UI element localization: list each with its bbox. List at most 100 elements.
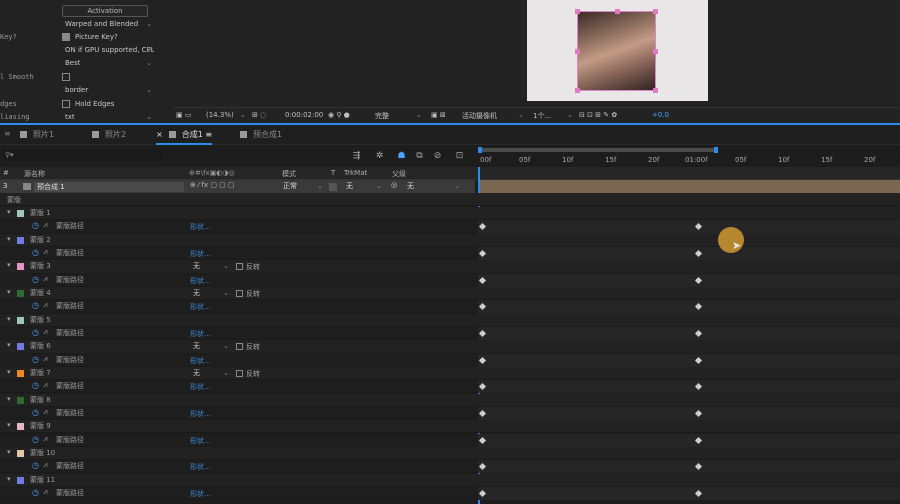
pickwhip-icon[interactable]: ◎	[391, 181, 397, 189]
graph-icon[interactable]: ⩘	[43, 354, 48, 364]
masks-group-row[interactable]: 蒙版	[0, 193, 900, 207]
shape-link[interactable]: 形状...	[190, 462, 211, 472]
chevron-down-icon[interactable]: ▾	[7, 261, 11, 269]
mask-path-row[interactable]: ◷ ⩘ 蒙版路径 形状...	[0, 273, 900, 287]
aliasing-dropdown[interactable]: txt ⌄	[62, 112, 154, 123]
mask-name[interactable]: 蒙版 5	[30, 315, 51, 325]
time-ruler[interactable]: 00f 05f 10f 15f 20f 01:00f 05f 10f 15f 2…	[478, 145, 900, 167]
work-area-bar[interactable]	[478, 148, 717, 152]
transform-handle[interactable]	[653, 9, 658, 14]
stopwatch-icon[interactable]: ◷	[32, 248, 39, 257]
mask-row[interactable]: ▾ 蒙版 6 无 ⌄ 反转	[0, 340, 900, 354]
mask-color-label[interactable]	[17, 316, 24, 324]
views-dropdown[interactable]: 1个...	[533, 111, 551, 121]
transform-handle[interactable]	[575, 49, 580, 54]
mask-color-label[interactable]	[17, 396, 24, 404]
graph-icon[interactable]: ⩘	[43, 247, 48, 257]
picture-key-checkbox[interactable]	[62, 33, 70, 41]
hold-edges-checkbox[interactable]	[62, 100, 70, 108]
transform-handle[interactable]	[575, 88, 580, 93]
graph-icon[interactable]: ⩘	[43, 460, 48, 470]
snapshot-icon[interactable]: ⊡	[454, 151, 465, 161]
graph-icon[interactable]: ⩘	[43, 274, 48, 284]
shape-link[interactable]: 形状...	[190, 489, 211, 499]
mask-row[interactable]: ▾ 蒙版 8	[0, 393, 900, 407]
zoom-dropdown[interactable]: (14.3%)	[206, 111, 234, 119]
tab-comp-1[interactable]: × 合成1 ≡	[156, 129, 213, 145]
mask-name[interactable]: 蒙版 4	[30, 288, 51, 298]
invert-checkbox[interactable]	[236, 263, 243, 271]
mask-row[interactable]: ▾ 蒙版 1	[0, 207, 900, 221]
graph-editor-icon[interactable]: ⊘	[432, 151, 443, 161]
layer-duration-bar[interactable]	[480, 180, 900, 193]
stopwatch-icon[interactable]: ◷	[32, 328, 39, 337]
shape-link[interactable]: 形状...	[190, 249, 211, 259]
graph-icon[interactable]: ⩘	[43, 327, 48, 337]
mask-path-row[interactable]: ◷ ⩘ 蒙版路径 形状...	[0, 460, 900, 474]
shape-link[interactable]: 形状...	[190, 409, 211, 419]
mask-row[interactable]: ▾ 蒙版 2	[0, 233, 900, 247]
mask-mode-dropdown[interactable]: 无 ⌄	[191, 261, 231, 272]
mask-name[interactable]: 蒙版 1	[30, 208, 51, 218]
chevron-down-icon[interactable]: ▾	[7, 208, 11, 216]
mask-color-label[interactable]	[17, 236, 24, 244]
mask-path-row[interactable]: ◷ ⩘ 蒙版路径 形状...	[0, 433, 900, 447]
keyframe-track[interactable]	[478, 246, 900, 261]
mask-path-row[interactable]: ◷ ⩘ 蒙版路径 形状...	[0, 300, 900, 314]
draft3d-icon[interactable]: ✲	[374, 151, 385, 161]
invert-checkbox[interactable]	[236, 343, 243, 351]
trkmat-dropdown[interactable]: 无 ⌄	[344, 181, 384, 192]
layer-row[interactable]: 3 预合成 1 ⊕ ⁄ fx ▢ ▢ ▢ 正常 ⌄ 无 ⌄ ◎ 无 ⌄	[0, 180, 475, 193]
exposure-value[interactable]: +0.0	[652, 111, 669, 119]
resolution-dropdown[interactable]: 完整	[375, 111, 389, 121]
stopwatch-icon[interactable]: ◷	[32, 381, 39, 390]
shape-link[interactable]: 形状...	[190, 302, 211, 312]
mask-row[interactable]: ▾ 蒙版 11	[0, 473, 900, 487]
stopwatch-icon[interactable]: ◷	[32, 221, 39, 230]
keyframe-track[interactable]	[478, 220, 900, 234]
frame-blend-icon[interactable]: ⧉	[414, 151, 425, 161]
mask-name[interactable]: 蒙版 10	[30, 448, 55, 458]
mask-row[interactable]: ▾ 蒙版 7 无 ⌄ 反转	[0, 366, 900, 381]
stopwatch-icon[interactable]: ◷	[32, 408, 39, 417]
camera-icon[interactable]: ◉ ⚲ ●	[328, 111, 350, 119]
chevron-down-icon[interactable]: ▾	[7, 315, 11, 323]
stopwatch-icon[interactable]: ◷	[32, 301, 39, 310]
stopwatch-icon[interactable]: ◷	[32, 355, 39, 364]
quality-dropdown[interactable]: Best ⌄	[62, 58, 154, 69]
motion-blur-icon[interactable]: ☗	[396, 151, 407, 161]
transform-handle[interactable]	[653, 88, 658, 93]
mask-name[interactable]: 蒙版 11	[30, 475, 55, 485]
transform-handle[interactable]	[653, 49, 658, 54]
shape-link[interactable]: 形状...	[190, 222, 211, 232]
stopwatch-icon[interactable]: ◷	[32, 461, 39, 470]
border-dropdown[interactable]: border ⌄	[62, 85, 154, 96]
shy-icon[interactable]: ⇶	[351, 151, 362, 161]
work-area-end[interactable]	[714, 147, 718, 153]
transform-handle[interactable]	[615, 9, 620, 14]
mask-name[interactable]: 蒙版 8	[30, 395, 51, 405]
region-icon[interactable]: ▣ ⊠	[431, 111, 446, 119]
chevron-down-icon[interactable]: ▾	[7, 288, 11, 296]
tab-photo-1[interactable]: 照片1	[20, 129, 54, 140]
mask-color-label[interactable]	[17, 289, 24, 297]
chevron-down-icon[interactable]: ▾	[7, 235, 11, 243]
smooth-checkbox[interactable]	[62, 73, 70, 81]
chevron-down-icon[interactable]: ▾	[7, 421, 11, 429]
mask-color-label[interactable]	[17, 343, 24, 351]
mask-path-row[interactable]: ◷ ⩘ 蒙版路径 形状...	[0, 326, 900, 341]
mask-color-label[interactable]	[17, 476, 24, 484]
mask-mode-dropdown[interactable]: 无 ⌄	[191, 288, 231, 299]
stopwatch-icon[interactable]: ◷	[32, 435, 39, 444]
tab-photo-2[interactable]: 照片2	[92, 129, 126, 140]
keyframe-track[interactable]	[478, 300, 900, 314]
parent-dropdown[interactable]: 无 ⌄	[404, 181, 462, 192]
grid-icon[interactable]: ⊞ ◌	[252, 111, 266, 119]
mask-path-row[interactable]: ◷ ⩘ 蒙版路径 形状...	[0, 486, 900, 501]
keyframe-track[interactable]	[478, 460, 900, 474]
keyframe-track[interactable]	[478, 353, 900, 367]
mask-row[interactable]: ▾ 蒙版 3 无 ⌄ 反转	[0, 260, 900, 274]
mask-row[interactable]: ▾ 蒙版 9	[0, 420, 900, 434]
graph-icon[interactable]: ⩘	[43, 300, 48, 310]
graph-icon[interactable]: ⩘	[43, 407, 48, 417]
